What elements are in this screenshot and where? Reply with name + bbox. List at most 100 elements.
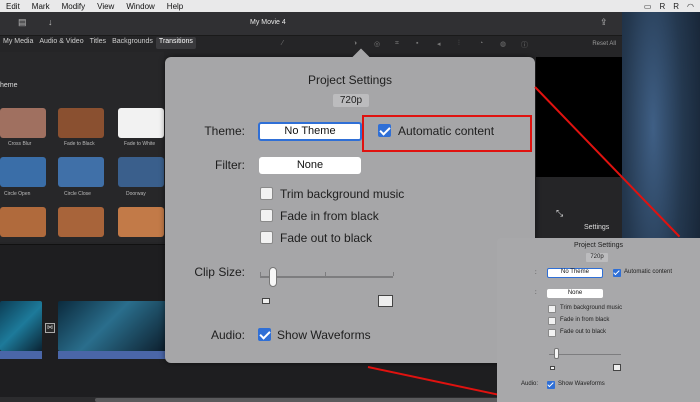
zoom-theme-button[interactable]: No Theme — [547, 268, 603, 278]
thumb-circle-close[interactable] — [58, 157, 104, 187]
trim-music-label: Trim background music — [280, 187, 405, 201]
fade-in-checkbox[interactable] — [260, 209, 273, 222]
color-correction-icon[interactable]: ◎ — [374, 40, 385, 49]
wifi-icon[interactable]: ◠ — [687, 2, 694, 11]
clip-size-slider-knob[interactable] — [269, 267, 278, 287]
crop-icon[interactable]: ⌗ — [395, 40, 406, 49]
thumb-transition-7[interactable] — [0, 207, 46, 237]
equalizer-icon[interactable]: ⫶ — [458, 40, 469, 49]
show-waveforms-checkbox[interactable] — [258, 328, 271, 341]
menu-mark[interactable]: Mark — [26, 2, 56, 11]
thumb-doorway[interactable] — [118, 157, 164, 187]
zoom-clip-size-knob[interactable] — [554, 348, 560, 359]
zoom-resolution: 720p — [586, 253, 608, 262]
large-clip-icon — [378, 295, 393, 307]
slider-tick — [393, 272, 394, 276]
filter-icon[interactable]: ◍ — [500, 40, 511, 49]
tab-backgrounds[interactable]: Backgrounds — [109, 37, 156, 49]
cast-icon[interactable]: ▭ — [644, 2, 652, 11]
popover-title: Project Settings — [307, 73, 393, 87]
status-area: ▭ R R ◠ — [644, 2, 700, 11]
menu-modify[interactable]: Modify — [56, 2, 92, 11]
fade-in-label: Fade in from black — [280, 209, 379, 223]
zoom-automatic-content-checkbox[interactable] — [613, 269, 621, 277]
resolution-label: 720p — [333, 94, 369, 107]
thumb-label: Doorway — [126, 191, 146, 197]
settings-button[interactable]: Settings — [584, 224, 609, 231]
scrollbar-thumb[interactable] — [95, 398, 515, 402]
info-icon[interactable]: ⓘ — [521, 40, 532, 49]
clip-size-track[interactable] — [260, 276, 393, 278]
thumb-transition-8[interactable] — [58, 207, 104, 237]
timeline-clip[interactable] — [0, 301, 42, 351]
reset-all-button[interactable]: Reset All — [592, 41, 616, 47]
thumb-label: Fade to Black — [64, 141, 95, 147]
filter-label: Filter: — [215, 158, 245, 172]
timeline-clip[interactable] — [58, 301, 168, 351]
zoom-audio-label: Audio: — [521, 381, 539, 387]
zoom-trim-music-label: Trim background music — [560, 305, 623, 311]
thumb-transition-9[interactable] — [118, 207, 164, 237]
thumb-cross-blur[interactable] — [0, 108, 46, 138]
thumb-label: Fade to White — [124, 141, 156, 147]
browser-tabs: My Media Audio & Video Titles Background… — [0, 37, 196, 49]
zoom-theme-label-tail: : — [535, 270, 537, 276]
audio-waveform — [58, 351, 168, 359]
thumb-label: Cross Blur — [8, 141, 32, 147]
stabilization-icon[interactable]: ▪ — [416, 40, 427, 49]
menu-help[interactable]: Help — [161, 2, 189, 11]
zoom-fade-in-label: Fade in from black — [560, 317, 610, 323]
theme-label: Theme: — [204, 124, 245, 138]
zoom-filter-button[interactable]: None — [547, 289, 603, 298]
thumb-fade-to-black[interactable] — [58, 108, 104, 138]
thumb-circle-open[interactable] — [0, 157, 46, 187]
menu-view[interactable]: View — [91, 2, 120, 11]
project-settings-popover: Project Settings 720p Theme: No Theme Au… — [165, 48, 535, 363]
zoom-clip-size-track[interactable] — [549, 354, 621, 355]
zoom-show-waveforms-checkbox[interactable] — [547, 381, 555, 389]
library-icon[interactable]: ▤ — [18, 17, 27, 28]
zoom-fade-in-checkbox[interactable] — [548, 317, 556, 325]
zoom-show-waveforms-label: Show Waveforms — [558, 381, 605, 387]
viewer — [536, 57, 622, 177]
theme-button[interactable]: No Theme — [258, 122, 362, 141]
status-letter-2[interactable]: R — [673, 2, 679, 11]
zoom-trim-music-checkbox[interactable] — [548, 305, 556, 313]
highlight-box — [362, 115, 532, 152]
zoom-automatic-content-label: Automatic content — [624, 269, 673, 275]
slider-tick — [260, 272, 261, 276]
filter-button[interactable]: None — [259, 157, 361, 174]
color-balance-icon[interactable]: ◑ — [353, 40, 364, 49]
thumb-label: Circle Open — [4, 191, 31, 197]
zoom-title: Project Settings — [573, 242, 624, 249]
window-title: My Movie 4 — [250, 19, 286, 26]
zoom-large-clip-icon — [613, 364, 621, 371]
viewer-bar: ⤡ Settings — [536, 208, 622, 234]
thumb-label: Circle Close — [64, 191, 91, 197]
status-letter-1[interactable]: R — [659, 2, 665, 11]
tab-transitions[interactable]: Transitions — [155, 37, 196, 49]
magic-wand-icon[interactable]: ⁄ — [282, 40, 293, 49]
share-icon[interactable]: ⇪ — [600, 17, 608, 28]
tab-my-media[interactable]: My Media — [0, 37, 36, 49]
zoom-fade-out-checkbox[interactable] — [548, 329, 556, 337]
audio-label: Audio: — [210, 328, 245, 342]
trim-music-checkbox[interactable] — [260, 187, 273, 200]
menu-window[interactable]: Window — [120, 2, 160, 11]
import-icon[interactable]: ↓ — [48, 17, 53, 27]
audio-waveform — [0, 351, 42, 359]
tab-titles[interactable]: Titles — [87, 37, 109, 49]
clip-size-label: Clip Size: — [194, 265, 245, 279]
thumb-fade-to-white[interactable] — [118, 108, 164, 138]
volume-icon[interactable]: ◂ — [437, 40, 448, 49]
transition-icon[interactable]: ⋈ — [45, 323, 55, 333]
tab-audio-video[interactable]: Audio & Video — [36, 37, 86, 49]
zoom-fade-out-label: Fade out to black — [560, 329, 607, 335]
section-label: heme — [0, 82, 18, 89]
speed-icon[interactable]: ◔ — [479, 40, 490, 49]
menu-edit[interactable]: Edit — [0, 2, 26, 11]
fade-out-checkbox[interactable] — [260, 231, 273, 244]
title-bar: ▤ ↓ My Movie 4 ⇪ — [0, 12, 622, 36]
zoomed-settings-inset: Project Settings 720p : No Theme Automat… — [497, 238, 700, 402]
fullscreen-icon[interactable]: ⤡ — [556, 208, 563, 219]
